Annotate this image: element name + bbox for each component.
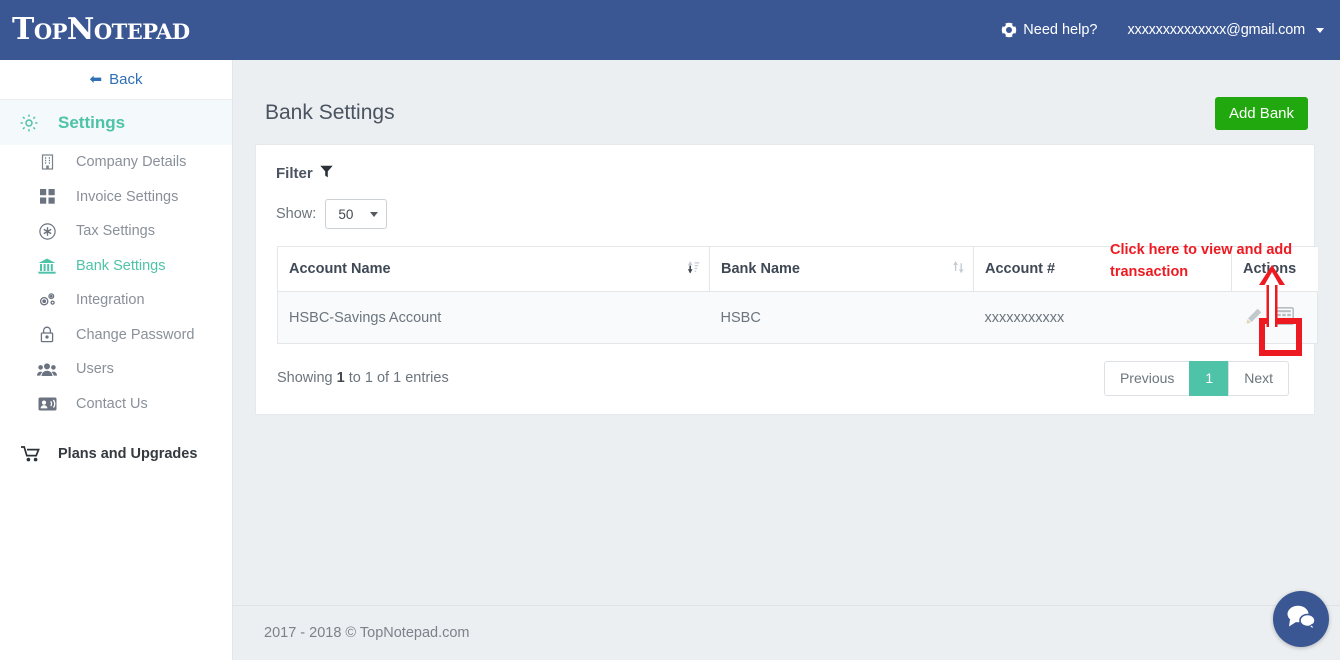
sidebar-item-label: Plans and Upgrades xyxy=(58,446,198,463)
cell-bank-name: HSBC xyxy=(709,291,974,344)
sidebar-section-label: Settings xyxy=(58,112,126,132)
show-label: Show: xyxy=(276,206,317,222)
sidebar-item-contact-us[interactable]: Contact Us xyxy=(0,387,232,422)
chat-widget-button[interactable] xyxy=(1273,591,1329,647)
bank-icon xyxy=(36,258,58,274)
asterisk-circle-icon xyxy=(36,223,58,240)
sidebar-item-label: Bank Settings xyxy=(76,257,166,274)
view-transactions-icon[interactable] xyxy=(1273,306,1294,329)
filter-label: Filter xyxy=(276,165,313,182)
users-icon xyxy=(36,362,58,377)
cell-actions xyxy=(1231,291,1318,344)
need-help-label: Need help? xyxy=(1023,22,1098,38)
bank-table-body: HSBC-Savings Account HSBC xxxxxxxxxxx xyxy=(277,291,1318,344)
edit-bank-icon[interactable] xyxy=(1245,308,1262,328)
sidebar-item-company-details[interactable]: Company Details xyxy=(0,145,232,180)
app-root: TopNotepad Need help? xxxxxxxxxxxxxx@gma xyxy=(0,0,1340,660)
show-entries-value: 50 xyxy=(338,206,354,222)
column-label: Bank Name xyxy=(721,261,800,277)
cell-account-name: HSBC-Savings Account xyxy=(277,291,710,344)
sidebar-item-label: Invoice Settings xyxy=(76,188,179,205)
sidebar-section-settings[interactable]: Settings xyxy=(0,100,232,145)
sidebar-item-label: Contact Us xyxy=(76,395,148,412)
grid-squares-icon xyxy=(36,189,58,204)
need-help-link[interactable]: Need help? xyxy=(1001,22,1097,38)
bank-list-card: Filter Show: 50 Account Name Bank Name A… xyxy=(255,144,1318,415)
cell-account-number: xxxxxxxxxxx xyxy=(973,291,1232,344)
column-header-bank-name[interactable]: Bank Name xyxy=(709,246,974,292)
sidebar-item-tax-settings[interactable]: Tax Settings xyxy=(0,214,232,249)
column-header-actions: Actions xyxy=(1231,246,1318,292)
show-entries-select[interactable]: 50 xyxy=(325,199,388,229)
column-header-account-number[interactable]: Account # xyxy=(973,246,1232,292)
sidebar-item-invoice-settings[interactable]: Invoice Settings xyxy=(0,180,232,215)
sidebar: ⬅ Back Settings Company Details Invoice … xyxy=(0,60,233,660)
page-footer: 2017 - 2018 © TopNotepad.com xyxy=(233,605,1340,660)
sort-asc-icon xyxy=(687,260,700,278)
chevron-down-icon xyxy=(370,211,379,217)
sort-both-icon xyxy=(953,260,964,278)
sidebar-item-bank-settings[interactable]: Bank Settings xyxy=(0,249,232,284)
filter-toggle[interactable]: Filter xyxy=(256,145,1314,182)
sidebar-item-plans-and-upgrades[interactable]: Plans and Upgrades xyxy=(0,437,232,472)
sidebar-item-label: Tax Settings xyxy=(76,223,155,240)
sidebar-item-label: Integration xyxy=(76,292,145,309)
app-logo[interactable]: TopNotepad xyxy=(12,15,190,45)
page-header: Bank Settings Add Bank xyxy=(233,60,1340,138)
pagination-page-1[interactable]: 1 xyxy=(1189,361,1229,396)
id-card-icon xyxy=(36,397,58,411)
showing-middle: to 1 of 1 entries xyxy=(344,370,449,387)
chat-bubbles-icon xyxy=(1285,604,1317,635)
page-title: Bank Settings xyxy=(265,101,395,124)
table-row: HSBC-Savings Account HSBC xxxxxxxxxxx xyxy=(277,291,1318,344)
sidebar-item-label: Change Password xyxy=(76,326,195,343)
showing-prefix: Showing xyxy=(277,370,337,387)
arrow-left-icon: ⬅ xyxy=(89,71,103,88)
gear-icon xyxy=(18,113,40,133)
life-ring-icon xyxy=(1001,22,1017,38)
user-email-label: xxxxxxxxxxxxxx@gmail.com xyxy=(1127,22,1305,38)
column-label: Actions xyxy=(1243,261,1297,277)
bank-table: Account Name Bank Name Account # Actions… xyxy=(277,246,1318,344)
top-header-bar: TopNotepad Need help? xxxxxxxxxxxxxx@gma xyxy=(0,0,1340,60)
cogs-icon xyxy=(36,292,58,308)
showing-start: 1 xyxy=(336,370,345,387)
show-entries-group: Show: 50 xyxy=(256,182,1314,229)
funnel-icon xyxy=(319,165,333,182)
sidebar-item-integration[interactable]: Integration xyxy=(0,283,232,318)
copyright-text: 2017 - 2018 © TopNotepad.com xyxy=(264,625,470,641)
sidebar-item-users[interactable]: Users xyxy=(0,352,232,387)
table-footer: Showing 1 to 1 of 1 entries Previous 1 N… xyxy=(256,344,1314,396)
shopping-cart-icon xyxy=(20,446,42,462)
back-label: Back xyxy=(109,71,143,88)
sidebar-item-label: Company Details xyxy=(76,154,187,171)
pagination-next[interactable]: Next xyxy=(1228,361,1289,396)
table-header-row: Account Name Bank Name Account # Actions xyxy=(277,246,1318,292)
building-icon xyxy=(36,154,58,170)
sidebar-item-change-password[interactable]: Change Password xyxy=(0,318,232,353)
showing-entries-text: Showing 1 to 1 of 1 entries xyxy=(277,370,449,386)
header-right-group: Need help? xxxxxxxxxxxxxx@gmail.com xyxy=(1001,22,1340,38)
add-bank-button[interactable]: Add Bank xyxy=(1214,96,1308,130)
user-account-menu[interactable]: xxxxxxxxxxxxxx@gmail.com xyxy=(1127,22,1324,38)
sidebar-item-label: Users xyxy=(76,361,114,378)
column-label: Account # xyxy=(985,261,1056,277)
back-link[interactable]: ⬅ Back xyxy=(0,60,232,100)
bank-table-head: Account Name Bank Name Account # Actions xyxy=(277,246,1318,292)
caret-down-icon xyxy=(1316,27,1324,33)
column-label: Account Name xyxy=(289,261,391,277)
main-content: Bank Settings Add Bank Filter Show: 50 A… xyxy=(233,60,1340,660)
lock-icon xyxy=(36,326,58,343)
pagination-previous[interactable]: Previous xyxy=(1103,361,1190,396)
column-header-account-name[interactable]: Account Name xyxy=(277,246,710,292)
pagination: Previous 1 Next xyxy=(1103,361,1289,396)
